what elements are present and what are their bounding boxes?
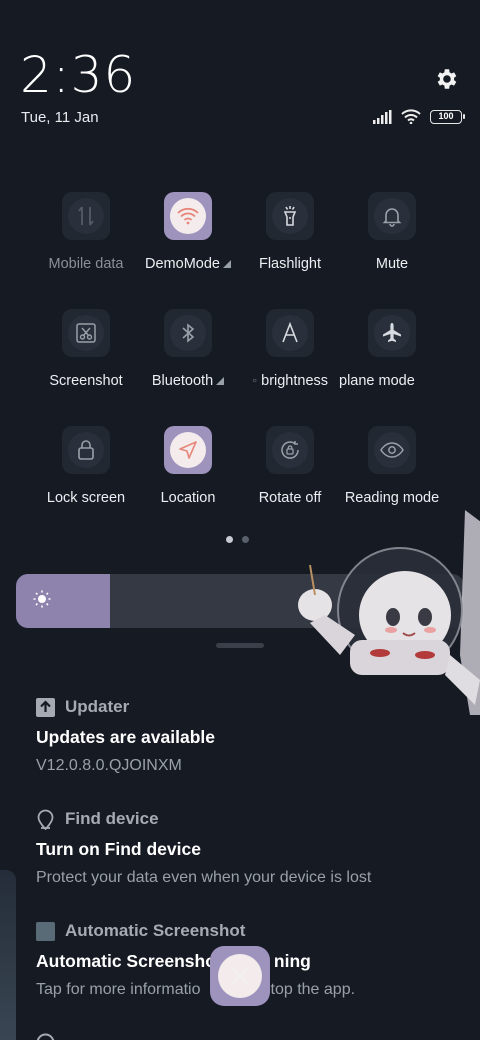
mobile-data-icon <box>78 206 94 226</box>
scissors-icon <box>76 323 96 343</box>
notification-text: Protect your data even when your device … <box>36 869 372 886</box>
battery-icon: 100 <box>430 109 465 124</box>
astronaut-sticker <box>298 510 480 715</box>
flashlight-icon <box>283 206 297 226</box>
notification-header: Updater <box>36 695 456 719</box>
bluetooth-icon <box>182 323 195 343</box>
eye-icon <box>380 442 404 458</box>
signal-icon <box>373 109 392 124</box>
tile-bluetooth-button[interactable] <box>164 309 212 357</box>
page-dot <box>226 536 233 543</box>
wifi-icon <box>177 207 199 225</box>
notification-shade: 2:36 Tue, 11 Jan 100 Mobile data DemoMod… <box>0 0 480 1040</box>
wallpaper-edge <box>0 870 16 1040</box>
wifi-icon <box>401 109 421 124</box>
notification-partial <box>36 1030 456 1040</box>
tile-label: ◦ brightness <box>251 373 329 389</box>
brightness-fill <box>16 574 111 628</box>
close-icon <box>233 969 247 983</box>
notification-title: Updates are available <box>36 727 215 747</box>
rotate-lock-icon <box>281 441 299 459</box>
app-square-icon <box>36 921 55 941</box>
auto-brightness-icon <box>282 322 298 343</box>
tile-screenshot-button[interactable] <box>62 309 110 357</box>
notification-header: Automatic Screenshot <box>36 919 456 943</box>
location-icon <box>179 441 197 459</box>
tile-lock-screen-button[interactable] <box>62 426 110 474</box>
tile-flashlight-button[interactable] <box>266 192 314 240</box>
tile-demomode-button[interactable] <box>164 192 212 240</box>
tile-location-button[interactable] <box>164 426 212 474</box>
notification-updater[interactable]: Updater Updates are available V12.0.8.0.… <box>36 695 456 779</box>
bell-icon <box>382 208 402 227</box>
page-dot <box>242 536 249 543</box>
tile-brightness-button[interactable] <box>266 309 314 357</box>
date-label[interactable]: Tue, 11 Jan <box>21 109 99 126</box>
gear-icon[interactable] <box>433 66 459 92</box>
notification-text: V12.0.8.0.QJOINXM <box>36 757 182 774</box>
clock[interactable]: 2:36 <box>20 46 136 104</box>
upload-icon <box>36 697 55 717</box>
status-bar-icons: 100 <box>372 109 465 124</box>
floating-close-button[interactable] <box>210 946 270 1006</box>
notification-title: Turn on Find device <box>36 839 201 859</box>
page-indicator <box>226 536 249 543</box>
tile-mute-button[interactable] <box>368 192 416 240</box>
tile-airplane-button[interactable] <box>368 309 416 357</box>
expand-icon <box>216 377 225 385</box>
tile-label: Mute <box>375 256 409 272</box>
location-pin-icon <box>36 809 55 830</box>
brightness-low-icon <box>33 590 51 608</box>
tile-rotate-button[interactable] <box>266 426 314 474</box>
drag-handle[interactable] <box>216 643 264 648</box>
tile-mobile-data-button[interactable] <box>62 192 110 240</box>
airplane-icon <box>383 323 401 342</box>
lock-icon <box>78 440 94 460</box>
tile-label: plane mode <box>339 373 415 389</box>
notification-find-device[interactable]: Find device Turn on Find device Protect … <box>36 807 456 891</box>
tile-reading-mode-button[interactable] <box>368 426 416 474</box>
android-icon <box>36 1033 55 1040</box>
tile-label: Reading mode <box>344 490 440 506</box>
notification-header: Find device <box>36 807 456 831</box>
